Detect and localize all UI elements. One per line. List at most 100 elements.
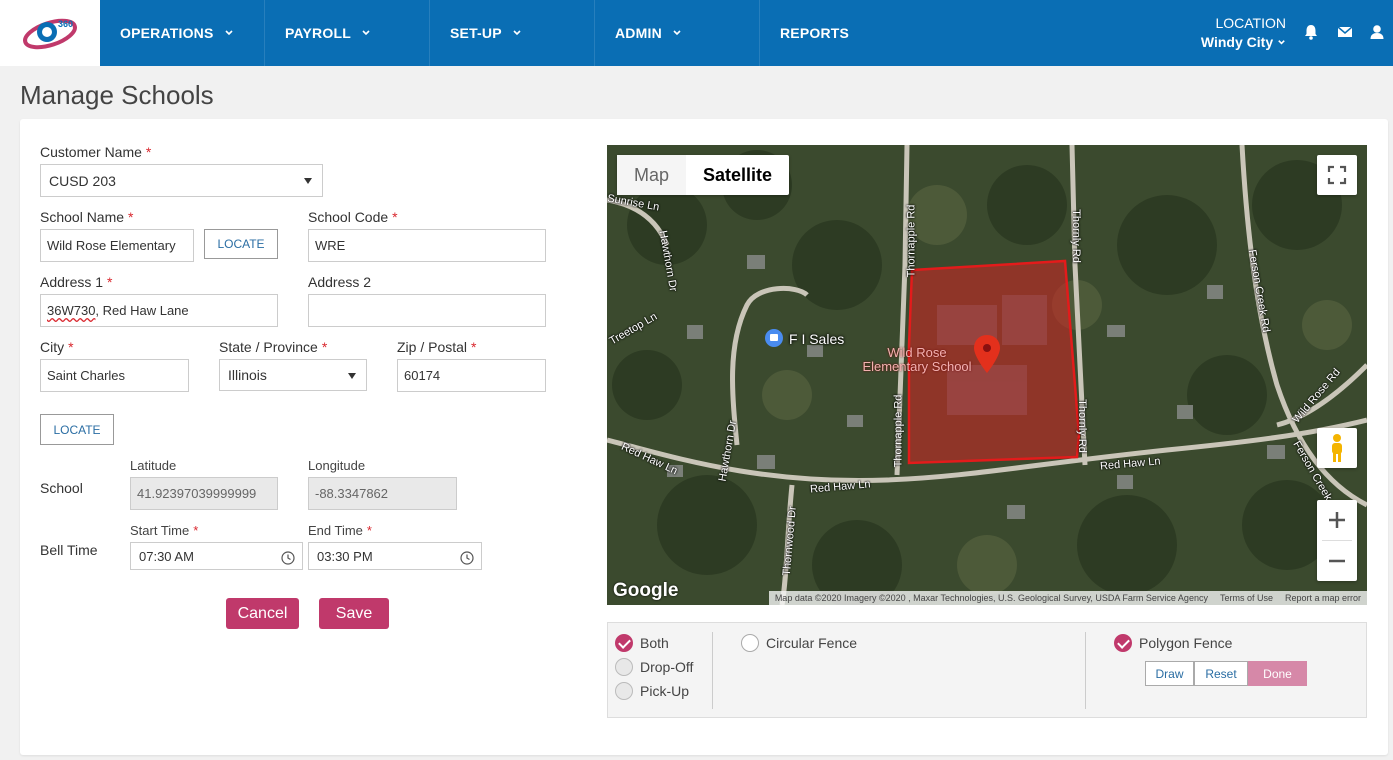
school-coords-label: School	[40, 480, 83, 496]
bell-time-label: Bell Time	[40, 542, 98, 558]
radio-dropoff-label: Drop-Off	[640, 659, 694, 675]
address2-input[interactable]	[308, 294, 546, 327]
school-code-input[interactable]: WRE	[308, 229, 546, 262]
city-input[interactable]: Saint Charles	[40, 359, 189, 392]
zoom-out-icon[interactable]	[1317, 541, 1357, 581]
nav-admin[interactable]: ADMIN	[595, 0, 760, 66]
top-navbar: 360 OPERATIONS PAYROLL SET-UP ADMIN REPO…	[0, 0, 1393, 66]
caret-down-icon	[304, 178, 312, 184]
location-value: Windy City	[1200, 34, 1274, 50]
nav-operations-label: OPERATIONS	[120, 25, 214, 41]
radio-pickup[interactable]	[615, 682, 633, 700]
nav-payroll[interactable]: PAYROLL	[265, 0, 430, 66]
divider	[712, 632, 713, 709]
address1-number: 36W730	[47, 303, 96, 318]
clock-icon[interactable]	[460, 551, 474, 565]
nav-payroll-label: PAYROLL	[285, 25, 351, 41]
start-time-input[interactable]: 07:30 AM	[130, 542, 303, 570]
city-label: City *	[40, 339, 74, 355]
state-value: Illinois	[228, 367, 267, 383]
locate-address-button[interactable]: LOCATE	[40, 414, 114, 445]
mail-icon[interactable]	[1336, 23, 1354, 41]
page-title: Manage Schools	[20, 80, 214, 110]
road-label: Thornly Rd	[1075, 399, 1088, 453]
attribution-text: Map data ©2020 Imagery ©2020 , Maxar Tec…	[774, 593, 1208, 603]
map-attribution: Map data ©2020 Imagery ©2020 , Maxar Tec…	[768, 591, 1367, 605]
done-button[interactable]: Done	[1248, 661, 1307, 686]
reset-button[interactable]: Reset	[1194, 661, 1248, 686]
road-label: Thornapple Rd	[905, 204, 918, 278]
state-select[interactable]: Illinois	[219, 359, 367, 391]
logo-text: 360	[58, 19, 73, 29]
zip-label: Zip / Postal *	[397, 339, 477, 355]
longitude-label: Longitude	[308, 458, 366, 473]
terms-link[interactable]: Terms of Use	[1220, 593, 1273, 603]
caret-down-icon	[348, 373, 356, 379]
address1-input[interactable]: 36W730, Red Haw Lane	[40, 294, 278, 327]
radio-polygon-fence[interactable]	[1114, 634, 1132, 652]
state-label: State / Province *	[219, 339, 328, 355]
nav-setup[interactable]: SET-UP	[430, 0, 595, 66]
latitude-input: 41.92397039999999	[130, 477, 278, 510]
customer-name-value: CUSD 203	[49, 172, 116, 189]
nav-reports[interactable]: REPORTS	[760, 0, 925, 66]
zip-input[interactable]: 60174	[397, 359, 546, 392]
latitude-label: Latitude	[130, 458, 177, 473]
nav-setup-label: SET-UP	[450, 25, 502, 41]
draw-button[interactable]: Draw	[1145, 661, 1194, 686]
chevron-down-icon	[362, 30, 370, 36]
start-time-value: 07:30 AM	[139, 548, 194, 564]
radio-circular-fence[interactable]	[741, 634, 759, 652]
user-icon[interactable]	[1368, 23, 1386, 41]
satellite-map[interactable]: Sunrise Ln Hawthorn Dr Treetop Ln Thorna…	[607, 145, 1367, 605]
chevron-down-icon	[1278, 40, 1285, 45]
address2-label: Address 2	[308, 274, 372, 290]
zoom-controls	[1317, 500, 1357, 581]
divider	[1085, 632, 1086, 709]
chevron-down-icon	[513, 30, 521, 36]
street-view-pegman-icon[interactable]	[1317, 428, 1357, 468]
report-error-link[interactable]: Report a map error	[1285, 593, 1361, 603]
map-imagery	[607, 145, 1367, 605]
nav-operations[interactable]: OPERATIONS	[100, 0, 265, 66]
end-time-input[interactable]: 03:30 PM	[308, 542, 482, 570]
nav-reports-label: REPORTS	[780, 25, 850, 41]
locate-school-button[interactable]: LOCATE	[204, 229, 278, 259]
map-type-satellite[interactable]: Satellite	[686, 155, 789, 195]
map-type-toggle: Map Satellite	[617, 155, 790, 195]
start-time-label: Start Time *	[130, 523, 199, 538]
school-name-label: School Name *	[40, 209, 134, 225]
road-label: Thornly Rd	[1069, 209, 1082, 263]
radio-dropoff[interactable]	[615, 658, 633, 676]
school-code-label: School Code *	[308, 209, 398, 225]
bell-icon[interactable]	[1302, 23, 1320, 41]
chevron-down-icon	[224, 30, 233, 36]
customer-name-label: Customer Name *	[40, 144, 152, 160]
road-label: Thornapple Rd	[892, 394, 905, 468]
nav-admin-label: ADMIN	[615, 25, 662, 41]
company-logo[interactable]: 360	[0, 0, 100, 66]
longitude-input: -88.3347862	[308, 477, 457, 510]
school-name-input[interactable]: Wild Rose Elementary	[40, 229, 194, 262]
radio-both-label: Both	[640, 635, 669, 651]
map-type-map[interactable]: Map	[617, 155, 687, 195]
google-logo: Google	[613, 580, 679, 601]
circular-fence-label: Circular Fence	[766, 635, 858, 651]
radio-pickup-label: Pick-Up	[640, 683, 690, 699]
cancel-button[interactable]: Cancel	[226, 598, 299, 629]
radio-both[interactable]	[615, 634, 633, 652]
zoom-in-icon[interactable]	[1317, 500, 1357, 540]
address1-label: Address 1 *	[40, 274, 113, 290]
customer-name-select[interactable]: CUSD 203	[40, 164, 323, 197]
clock-icon[interactable]	[281, 551, 295, 565]
chevron-down-icon	[673, 30, 681, 36]
fullscreen-icon[interactable]	[1317, 155, 1357, 195]
polygon-fence-label: Polygon Fence	[1139, 635, 1233, 651]
save-button[interactable]: Save	[319, 598, 389, 629]
location-label: LOCATION	[1215, 15, 1286, 31]
location-selector[interactable]: LOCATION Windy City	[1201, 14, 1286, 52]
school-map-label: Wild Rose Elementary School	[862, 345, 972, 374]
end-time-value: 03:30 PM	[317, 548, 373, 564]
address1-street: , Red Haw Lane	[95, 303, 189, 318]
poi-label: F I Sales	[789, 331, 845, 347]
